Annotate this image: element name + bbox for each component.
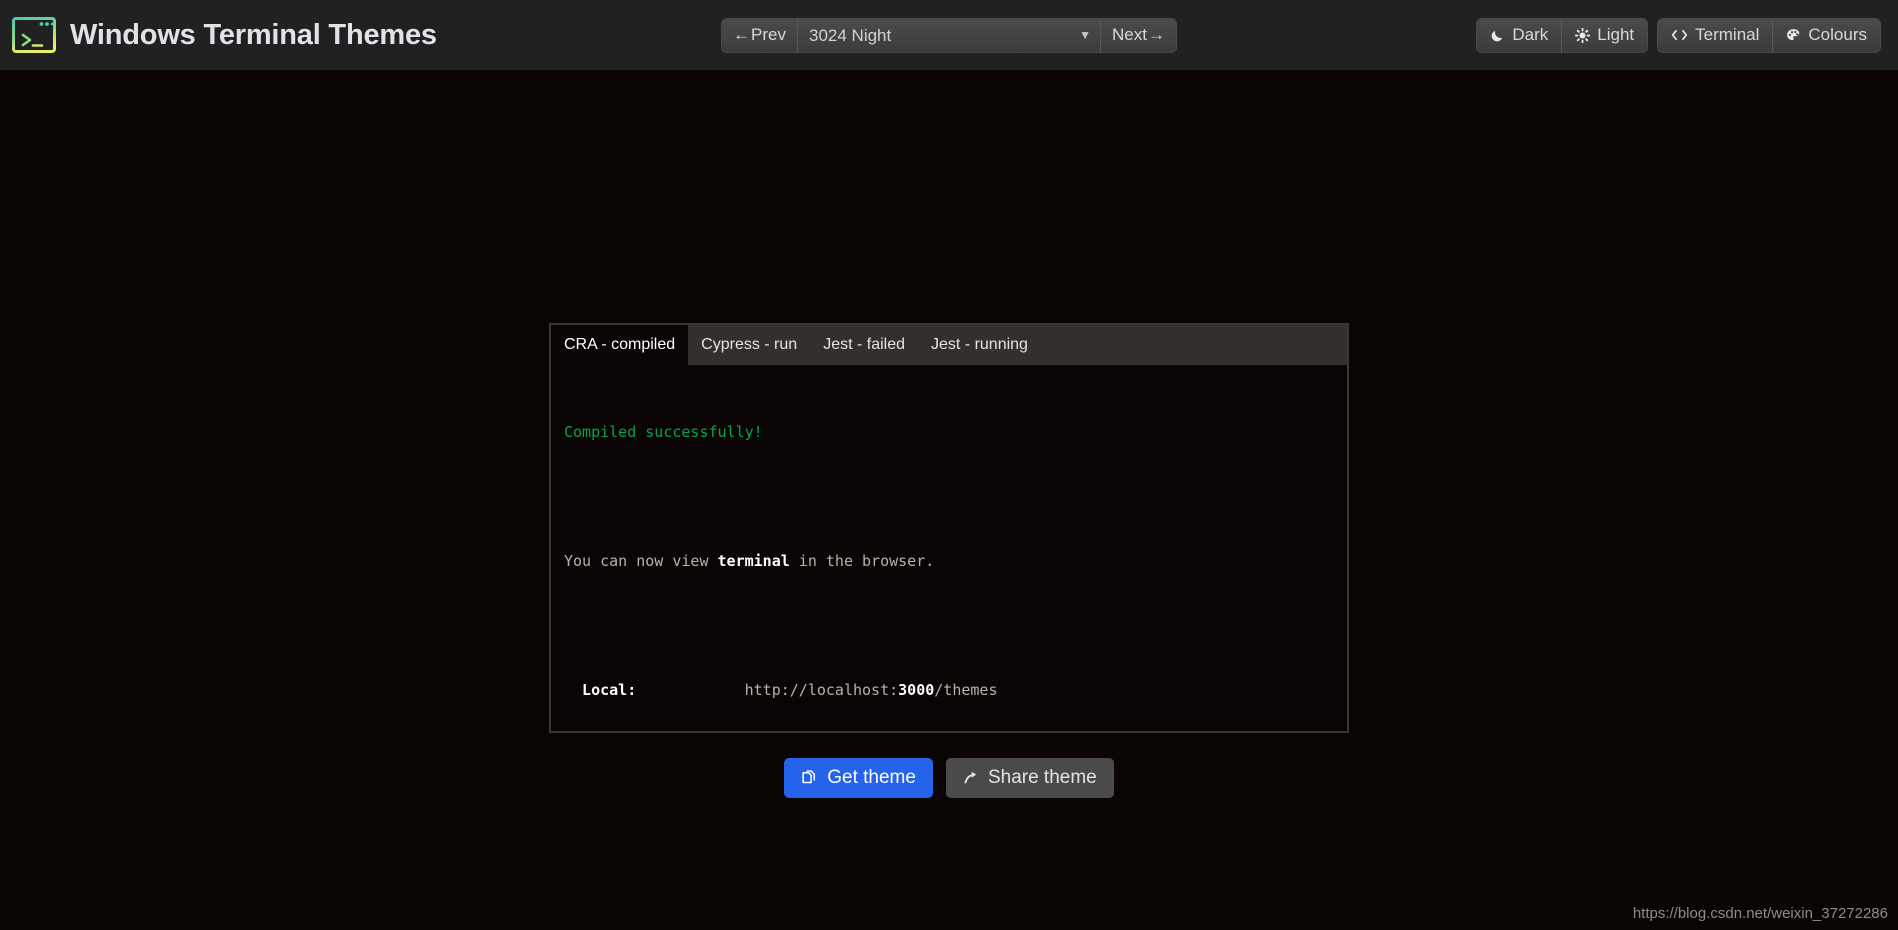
colours-view-button[interactable]: Colours	[1772, 18, 1880, 52]
view-suffix-text: in the browser.	[789, 552, 935, 570]
terminal-output: Compiled successfully! You can now view …	[551, 365, 1347, 731]
terminal-view-label: Terminal	[1695, 25, 1760, 44]
prev-theme-label: Prev	[751, 25, 786, 44]
next-theme-button[interactable]: Next →	[1101, 18, 1176, 52]
prev-theme-button[interactable]: ← Prev	[722, 18, 797, 52]
local-url-path: /themes	[934, 681, 998, 699]
terminal-view-button[interactable]: Terminal	[1658, 18, 1773, 52]
local-label: Local:	[564, 681, 637, 699]
view-prefix-text: You can now view	[564, 552, 718, 570]
share-theme-label: Share theme	[987, 767, 1097, 788]
theme-select[interactable]: 3024 Night	[798, 18, 1100, 52]
tab-jest-failed[interactable]: Jest - failed	[810, 325, 918, 365]
terminal-window-icon	[12, 17, 56, 53]
terminal-line-blank-2	[564, 616, 1334, 638]
dark-mode-button[interactable]: Dark	[1477, 18, 1562, 52]
share-theme-button[interactable]: Share theme	[945, 758, 1114, 798]
arrow-left-icon: ←	[733, 25, 751, 44]
header-right-controls: Dark Light Terminal Colours	[1477, 18, 1880, 52]
moon-icon	[1490, 28, 1505, 43]
terminal-preview-panel: CRA - compiled Cypress - run Jest - fail…	[549, 323, 1349, 733]
terminal-tab-bar: CRA - compiled Cypress - run Jest - fail…	[551, 325, 1347, 365]
page-title: Windows Terminal Themes	[70, 18, 437, 51]
arrow-right-icon: →	[1147, 25, 1165, 44]
colours-view-label: Colours	[1808, 25, 1867, 44]
palette-icon	[1786, 28, 1801, 43]
get-theme-label: Get theme	[827, 767, 916, 788]
get-theme-button[interactable]: Get theme	[784, 758, 933, 798]
brand: Windows Terminal Themes	[12, 17, 437, 53]
color-mode-group: Dark Light	[1477, 18, 1648, 52]
local-spacer	[636, 681, 744, 699]
terminal-line-compiled: Compiled successfully!	[564, 422, 1334, 444]
next-theme-label: Next	[1112, 25, 1147, 44]
compiled-success-text: Compiled successfully!	[564, 423, 763, 441]
watermark-text: https://blog.csdn.net/weixin_37272286	[1632, 905, 1888, 922]
theme-select-wrapper[interactable]: 3024 Night ▼	[797, 18, 1101, 52]
dark-mode-label: Dark	[1512, 25, 1549, 44]
terminal-line-view: You can now view terminal in the browser…	[564, 551, 1334, 573]
light-mode-button[interactable]: Light	[1561, 18, 1648, 52]
tab-cypress-run[interactable]: Cypress - run	[688, 325, 810, 365]
theme-actions: Get theme Share theme	[549, 758, 1349, 798]
copy-icon	[801, 769, 818, 787]
code-brackets-icon	[1671, 28, 1688, 42]
main-content: CRA - compiled Cypress - run Jest - fail…	[0, 70, 1898, 930]
local-url-prefix: http://localhost:	[744, 681, 899, 699]
theme-navigation-group: ← Prev 3024 Night ▼ Next →	[722, 18, 1176, 52]
tab-jest-running[interactable]: Jest - running	[918, 325, 1041, 365]
light-mode-label: Light	[1597, 25, 1635, 44]
sun-icon	[1575, 27, 1591, 43]
view-mode-group: Terminal Colours	[1658, 18, 1880, 52]
tab-cra-compiled[interactable]: CRA - compiled	[551, 325, 689, 365]
terminal-line-local: Local: http://localhost:3000/themes	[564, 680, 1334, 702]
app-header: Windows Terminal Themes ← Prev 3024 Nigh…	[0, 0, 1898, 70]
terminal-line-blank-1	[564, 487, 1334, 509]
share-arrow-icon	[963, 770, 979, 786]
app-name-text: terminal	[717, 552, 790, 570]
local-port: 3000	[898, 681, 935, 699]
